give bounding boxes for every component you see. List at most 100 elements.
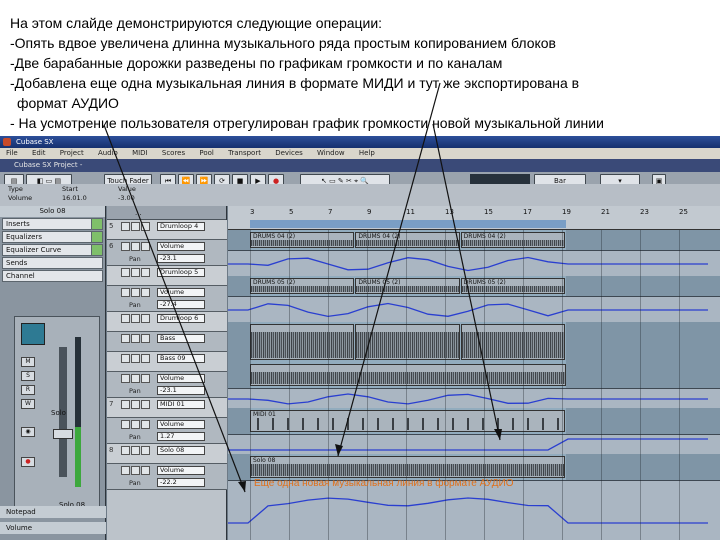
track-row[interactable]: 6 Volume Pan -23.1 [107, 240, 227, 266]
track-name[interactable]: Solo 08 [157, 446, 205, 455]
automation-icon[interactable] [141, 446, 150, 455]
track-param-value[interactable]: 1.27 [157, 432, 205, 441]
track-param-value[interactable]: -23.1 [157, 386, 205, 395]
automation-lane[interactable] [228, 250, 720, 276]
inspector-eq-curve[interactable]: Equalizer Curve [2, 244, 103, 256]
info-start-value[interactable]: 16.01.0 [62, 194, 87, 203]
track-name[interactable]: Drumloop 4 [157, 222, 205, 231]
track-row[interactable]: 8 Solo 08 [107, 444, 227, 464]
automation-icon[interactable] [141, 334, 150, 343]
solo-icon[interactable] [131, 314, 140, 323]
track-param-value[interactable]: -27.4 [157, 300, 205, 309]
audio-event[interactable]: DRUMS 04 (2) [460, 232, 565, 248]
menu-midi[interactable]: MIDI [126, 148, 154, 159]
track-row[interactable]: Bass [107, 332, 227, 352]
timeline-ruler[interactable]: 3 5 7 9 11 13 15 17 19 21 23 25 [228, 206, 720, 230]
track-param-value[interactable]: -23.1 [157, 254, 205, 263]
menu-file[interactable]: File [0, 148, 24, 159]
solo-icon[interactable] [131, 222, 140, 231]
inspector-sends[interactable]: Sends [2, 257, 103, 269]
event-lane[interactable] [228, 322, 720, 362]
track-row[interactable]: Volume Pan -27.4 [107, 286, 227, 312]
solo-button[interactable]: S [21, 371, 35, 381]
menu-scores[interactable]: Scores [156, 148, 191, 159]
track-buttons[interactable] [121, 466, 153, 475]
track-name[interactable]: Volume [157, 466, 205, 475]
mute-icon[interactable] [121, 288, 130, 297]
automation-icon[interactable] [141, 288, 150, 297]
automation-curve[interactable] [228, 389, 720, 409]
track-buttons[interactable] [121, 268, 153, 277]
midi-part[interactable]: MIDI 01 [250, 410, 565, 432]
read-button[interactable]: R [21, 385, 35, 395]
solo-icon[interactable] [131, 446, 140, 455]
automation-curve[interactable] [228, 435, 720, 455]
mute-icon[interactable] [121, 420, 130, 429]
track-buttons[interactable] [121, 242, 153, 251]
audio-event[interactable] [460, 324, 565, 360]
track-buttons[interactable] [121, 420, 153, 429]
mute-icon[interactable] [121, 446, 130, 455]
track-buttons[interactable] [121, 222, 153, 231]
volume-automation-line[interactable] [228, 256, 708, 272]
volume-fader[interactable] [53, 429, 73, 439]
mute-icon[interactable] [121, 242, 130, 251]
track-buttons[interactable] [121, 334, 153, 343]
menu-help[interactable]: Help [353, 148, 381, 159]
track-name[interactable]: Drumloop 5 [157, 268, 205, 277]
mute-icon[interactable] [121, 314, 130, 323]
track-name[interactable]: Bass 09 [157, 354, 205, 363]
solo-icon[interactable] [131, 374, 140, 383]
track-name[interactable]: Volume [157, 420, 205, 429]
menu-project[interactable]: Project [54, 148, 90, 159]
audio-event[interactable]: DRUMS 05 (2) [460, 278, 565, 294]
solo-icon[interactable] [131, 466, 140, 475]
automation-lane[interactable] [228, 480, 720, 540]
audio-event[interactable]: DRUMS 04 (2) [250, 232, 355, 248]
menu-window[interactable]: Window [311, 148, 351, 159]
event-lane[interactable]: MIDI 01 [228, 408, 720, 434]
track-buttons[interactable] [121, 446, 153, 455]
mute-icon[interactable] [121, 268, 130, 277]
audio-event[interactable] [250, 324, 355, 360]
write-button[interactable]: W [21, 399, 35, 409]
inserts-bypass-icon[interactable] [91, 218, 103, 230]
info-value-value[interactable]: -3.00 [118, 194, 136, 203]
mute-icon[interactable] [121, 354, 130, 363]
automation-icon[interactable] [141, 314, 150, 323]
track-buttons[interactable] [121, 314, 153, 323]
track-buttons[interactable] [121, 374, 153, 383]
inspector-title[interactable]: Solo 08 [0, 206, 105, 217]
automation-curve[interactable] [228, 297, 720, 323]
volume-automation-line[interactable] [228, 497, 708, 524]
automation-icon[interactable] [141, 354, 150, 363]
automation-curve[interactable] [228, 481, 720, 540]
record-enable-button[interactable]: ● [21, 457, 35, 467]
solo-icon[interactable] [131, 268, 140, 277]
volume-automation-line[interactable] [228, 302, 708, 318]
track-row[interactable]: Drumloop 5 [107, 266, 227, 286]
track-name[interactable]: Volume [157, 242, 205, 251]
track-buttons[interactable] [121, 400, 153, 409]
automation-icon[interactable] [141, 466, 150, 475]
track-buttons[interactable] [121, 288, 153, 297]
monitor-button[interactable]: ◉ [21, 427, 35, 437]
volume-automation-line[interactable] [228, 393, 708, 405]
automation-icon[interactable] [141, 222, 150, 231]
cycle-range[interactable] [250, 220, 566, 228]
track-param-value[interactable]: -22.2 [157, 478, 205, 487]
info-type-value[interactable]: Volume [8, 194, 32, 203]
track-row[interactable]: Volume Pan -23.1 [107, 372, 227, 398]
automation-icon[interactable] [141, 374, 150, 383]
volume-automation-line[interactable] [228, 438, 708, 451]
event-lane[interactable] [228, 362, 720, 388]
track-name[interactable]: Volume [157, 288, 205, 297]
event-lane[interactable]: DRUMS 05 (2) DRUMS 05 (2) DRUMS 05 (2) [228, 276, 720, 296]
menu-audio[interactable]: Audio [92, 148, 124, 159]
track-row[interactable]: Drumloop 6 [107, 312, 227, 332]
track-row[interactable]: Volume Pan -22.2 [107, 464, 227, 490]
mute-icon[interactable] [121, 222, 130, 231]
audio-event[interactable]: DRUMS 05 (2) [250, 278, 355, 294]
automation-lane[interactable] [228, 296, 720, 322]
track-row[interactable]: 5 Drumloop 4 [107, 220, 227, 240]
